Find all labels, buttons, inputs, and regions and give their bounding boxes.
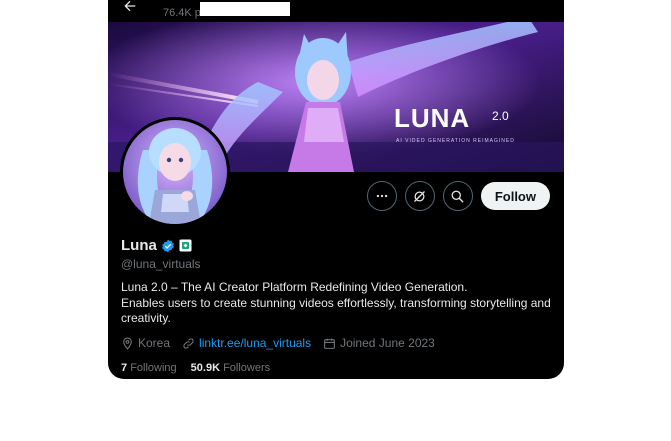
verified-badge-icon[interactable]	[161, 239, 175, 253]
grok-icon	[414, 190, 426, 202]
avatar[interactable]	[120, 117, 230, 227]
more-button[interactable]	[366, 181, 397, 211]
profile-bio: Luna 2.0 – The AI Creator Platform Redef…	[121, 280, 551, 327]
more-horizontal-icon	[376, 194, 388, 198]
following-label: Following	[130, 362, 177, 374]
profile-card: 76.4K posts LUNA 2.0 AI VIDEO GENERATION…	[108, 0, 564, 379]
profile-stats: 7 Following 50.9K Followers	[121, 362, 270, 374]
banner-tagline: AI VIDEO GENERATION REIMAGINED	[396, 138, 515, 144]
search-button[interactable]	[442, 181, 473, 211]
joined-item: Joined June 2023	[323, 336, 435, 350]
profile-handle: @luna_virtuals	[121, 257, 201, 271]
affiliate-badge-icon[interactable]	[179, 239, 192, 252]
top-bar: 76.4K posts	[108, 0, 564, 22]
location-item: Korea	[121, 336, 170, 350]
search-icon	[451, 190, 464, 203]
bio-line-1: Luna 2.0 – The AI Creator Platform Redef…	[121, 280, 468, 294]
display-name: Luna	[121, 237, 157, 254]
follow-button[interactable]: Follow	[480, 182, 550, 210]
profile-name-row: Luna	[121, 237, 192, 254]
profile-meta: Korea linktr.ee/luna_virtuals Joined Jun…	[121, 336, 435, 350]
grok-button[interactable]	[404, 181, 435, 211]
banner-logo-version: 2.0	[492, 109, 509, 123]
profile-actions: Follow	[366, 181, 550, 211]
location-text: Korea	[138, 336, 171, 350]
redaction-block	[200, 2, 290, 16]
followers-stat[interactable]: 50.9K Followers	[191, 362, 271, 374]
banner-logo-text: LUNA	[394, 103, 470, 133]
followers-label: Followers	[223, 362, 271, 374]
calendar-icon	[324, 338, 336, 349]
bio-line-2: Enables users to create stunning videos …	[121, 295, 551, 326]
following-stat[interactable]: 7 Following	[121, 362, 177, 374]
link-item: linktr.ee/luna_virtuals	[182, 336, 311, 350]
following-count: 7	[121, 362, 128, 374]
link-icon	[183, 337, 194, 349]
followers-count: 50.9K	[190, 362, 221, 374]
joined-text: Joined June 2023	[340, 336, 435, 350]
profile-link[interactable]: linktr.ee/luna_virtuals	[199, 336, 311, 350]
back-arrow-icon[interactable]	[122, 0, 138, 14]
location-pin-icon	[123, 337, 132, 350]
